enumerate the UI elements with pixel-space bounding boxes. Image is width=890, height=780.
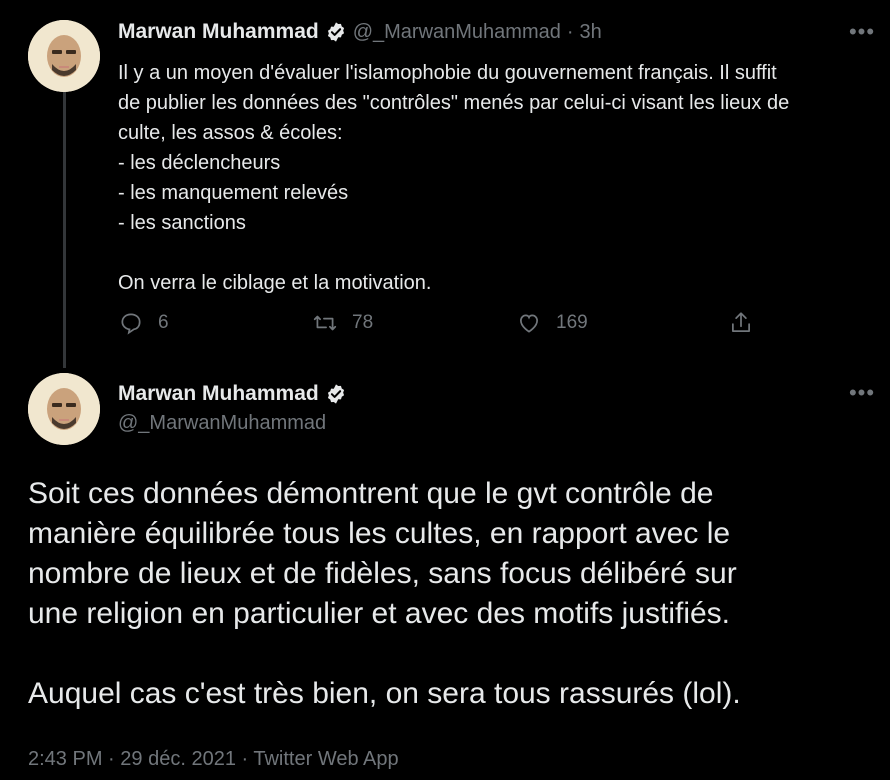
tweet-time[interactable]: 3h: [580, 21, 602, 44]
separator-dot: ·: [108, 748, 115, 770]
author-name[interactable]: Marwan Muhammad: [118, 382, 319, 406]
verified-badge-icon: [325, 383, 347, 405]
author-name[interactable]: Marwan Muhammad: [118, 20, 319, 44]
author-handle[interactable]: @_MarwanMuhammad: [118, 412, 326, 435]
separator-dot: ·: [566, 20, 574, 43]
verified-badge-icon: [325, 21, 347, 43]
reply-icon: [118, 310, 144, 336]
more-horizontal-icon[interactable]: •••: [848, 382, 876, 404]
tweet-metadata: 2:43 PM · 29 déc. 2021 · Twitter Web App: [28, 748, 399, 771]
reply-count: 6: [158, 312, 169, 333]
reply-button[interactable]: 6: [118, 310, 169, 336]
more-horizontal-icon[interactable]: •••: [848, 21, 876, 43]
retweet-button[interactable]: 78: [312, 310, 373, 336]
tweet-time[interactable]: 2:43 PM: [28, 748, 102, 770]
tweet-source[interactable]: Twitter Web App: [253, 748, 398, 770]
heart-icon: [516, 310, 542, 336]
avatar-portrait-icon: [28, 20, 100, 92]
avatar[interactable]: [28, 373, 100, 445]
tweet-text: Soit ces données démontrent que le gvt c…: [28, 477, 741, 710]
share-icon: [728, 310, 754, 336]
author-handle[interactable]: @_MarwanMuhammad: [353, 21, 561, 44]
share-button[interactable]: [728, 310, 754, 336]
retweet-count: 78: [352, 312, 374, 333]
avatar-portrait-icon: [28, 373, 100, 445]
retweet-icon: [312, 310, 338, 336]
tweet-date[interactable]: 29 déc. 2021: [120, 748, 236, 770]
thread-connector-line: [63, 92, 66, 368]
like-count: 169: [556, 312, 588, 333]
separator-dot: ·: [241, 748, 249, 770]
avatar[interactable]: [28, 20, 100, 92]
like-button[interactable]: 169: [516, 310, 588, 336]
tweet-text: Il y a un moyen d'évaluer l'islamophobie…: [118, 62, 790, 294]
